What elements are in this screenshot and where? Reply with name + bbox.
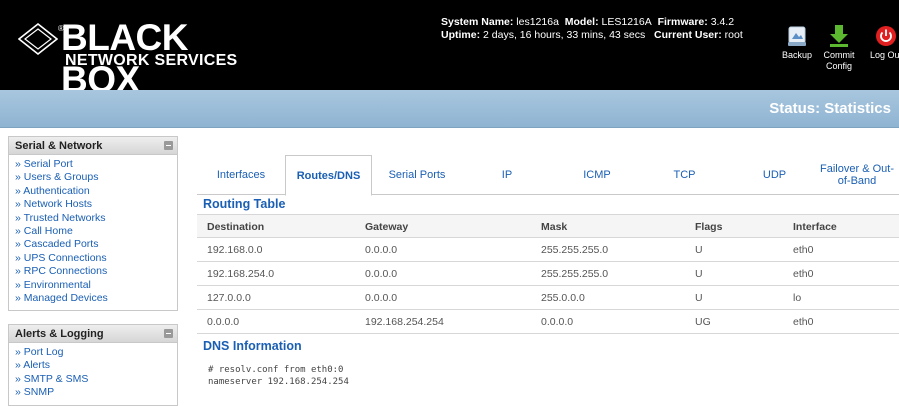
tab-interfaces[interactable]: Interfaces: [201, 155, 281, 195]
cell-destination: 127.0.0.0: [207, 292, 251, 304]
panel-title: Alerts & Logging: [15, 328, 104, 340]
sidebar-item-users-groups[interactable]: Users & Groups: [15, 171, 171, 184]
tab-tcp[interactable]: TCP: [662, 155, 707, 195]
column-header-mask: Mask: [541, 221, 568, 233]
cell-mask: 255.255.255.0: [541, 268, 609, 280]
tab-ip[interactable]: IP: [487, 155, 527, 195]
tab-routes-dns[interactable]: Routes/DNS: [285, 155, 372, 196]
sidebar-item-serial-port[interactable]: Serial Port: [15, 158, 171, 171]
cell-destination: 0.0.0.0: [207, 316, 240, 328]
table-row: 0.0.0.0 192.168.254.254 0.0.0.0 UG eth0: [197, 310, 899, 334]
sidebar-panel-serial-network: Serial & Network Serial Port Users & Gro…: [8, 136, 178, 312]
model-value: LES1216A: [601, 16, 652, 28]
sidebar-item-cascaded-ports[interactable]: Cascaded Ports: [15, 238, 171, 251]
cell-interface: eth0: [793, 268, 814, 280]
collapse-icon[interactable]: [164, 329, 173, 338]
sidebar-menu: Port Log Alerts SMTP & SMS SNMP: [9, 343, 177, 405]
logout-label: Log Out: [869, 50, 899, 60]
model-label: Model:: [564, 16, 599, 28]
logo-diamond-icon: [18, 23, 58, 55]
cell-gateway: 0.0.0.0: [365, 292, 398, 304]
sidebar-item-call-home[interactable]: Call Home: [15, 225, 171, 238]
tab-failover-out-of-band[interactable]: Failover & Out-of-Band: [815, 155, 899, 195]
column-header-flags: Flags: [695, 221, 723, 233]
dns-information-title: DNS Information: [203, 339, 302, 353]
table-header-row: Destination Gateway Mask Flags Interface: [197, 214, 899, 238]
dns-config-text: # resolv.conf from eth0:0 nameserver 192.…: [208, 364, 349, 388]
download-arrow-icon: [830, 25, 848, 47]
black-box-logo[interactable]: ® BLACK BOX NETWORK SERVICES: [18, 17, 258, 100]
sidebar-item-alerts[interactable]: Alerts: [15, 359, 171, 372]
routing-table: Destination Gateway Mask Flags Interface…: [197, 214, 899, 334]
cell-gateway: 0.0.0.0: [365, 268, 398, 280]
column-header-destination: Destination: [207, 221, 265, 233]
tab-udp[interactable]: UDP: [752, 155, 797, 195]
firmware-value: 3.4.2: [710, 16, 735, 28]
sidebar-item-port-log[interactable]: Port Log: [15, 346, 171, 359]
panel-title: Serial & Network: [15, 140, 103, 152]
dns-line: # resolv.conf from eth0:0: [208, 365, 344, 375]
cell-gateway: 192.168.254.254: [365, 316, 444, 328]
sidebar-panel-alerts-logging: Alerts & Logging Port Log Alerts SMTP & …: [8, 324, 178, 406]
uptime-label: Uptime:: [441, 29, 481, 41]
sidebar-item-network-hosts[interactable]: Network Hosts: [15, 198, 171, 211]
cell-destination: 192.168.254.0: [207, 268, 275, 280]
page-title: Status: Statistics: [769, 100, 891, 117]
dns-line: nameserver 192.168.254.254: [208, 377, 349, 387]
cell-gateway: 0.0.0.0: [365, 244, 398, 256]
commit-config-button[interactable]: Commit Config: [822, 24, 856, 72]
system-info: System Name: les1216a Model: LES1216A Fi…: [441, 16, 743, 42]
cell-flags: U: [695, 268, 703, 280]
current-user-label: Current User:: [654, 29, 722, 41]
system-name-label: System Name:: [441, 16, 514, 28]
backup-button[interactable]: Backup: [780, 24, 814, 61]
logo-subtitle: NETWORK SERVICES: [65, 52, 238, 69]
power-icon: [876, 26, 896, 46]
sidebar-item-managed-devices[interactable]: Managed Devices: [15, 292, 171, 305]
table-row: 127.0.0.0 0.0.0.0 255.0.0.0 U lo: [197, 286, 899, 310]
sidebar-item-environmental[interactable]: Environmental: [15, 279, 171, 292]
column-header-interface: Interface: [793, 221, 837, 233]
cell-mask: 255.0.0.0: [541, 292, 585, 304]
cell-interface: eth0: [793, 316, 814, 328]
cell-interface: lo: [793, 292, 802, 304]
current-user-value: root: [724, 29, 743, 41]
title-bar: Status: Statistics: [0, 90, 899, 128]
cell-flags: U: [695, 244, 703, 256]
commit-config-label: Commit Config: [823, 50, 855, 71]
column-header-gateway: Gateway: [365, 221, 409, 233]
sidebar-item-rpc-connections[interactable]: RPC Connections: [15, 265, 171, 278]
stats-tabs: Interfaces Routes/DNS Serial Ports IP IC…: [197, 155, 899, 196]
tab-serial-ports[interactable]: Serial Ports: [377, 155, 457, 195]
cell-interface: eth0: [793, 244, 814, 256]
table-row: 192.168.0.0 0.0.0.0 255.255.255.0 U eth0: [197, 238, 899, 262]
sidebar-item-snmp[interactable]: SNMP: [15, 386, 171, 399]
cell-mask: 0.0.0.0: [541, 316, 574, 328]
panel-header[interactable]: Serial & Network: [9, 137, 177, 155]
firmware-label: Firmware:: [657, 16, 708, 28]
sidebar-item-trusted-networks[interactable]: Trusted Networks: [15, 212, 171, 225]
cell-flags: U: [695, 292, 703, 304]
system-name-value: les1216a: [516, 16, 559, 28]
panel-header[interactable]: Alerts & Logging: [9, 325, 177, 343]
cell-flags: UG: [695, 316, 711, 328]
sidebar-menu: Serial Port Users & Groups Authenticatio…: [9, 155, 177, 310]
uptime-value: 2 days, 16 hours, 33 mins, 43 secs: [483, 29, 646, 41]
routing-table-title: Routing Table: [203, 197, 286, 211]
logout-button[interactable]: Log Out: [866, 24, 899, 61]
sidebar-item-smtp-sms[interactable]: SMTP & SMS: [15, 373, 171, 386]
app-header: ® BLACK BOX NETWORK SERVICES System Name…: [0, 0, 899, 100]
cell-destination: 192.168.0.0: [207, 244, 263, 256]
backup-icon: [788, 26, 806, 46]
tab-icmp[interactable]: ICMP: [572, 155, 622, 195]
sidebar-item-authentication[interactable]: Authentication: [15, 185, 171, 198]
collapse-icon[interactable]: [164, 141, 173, 150]
sidebar-item-ups-connections[interactable]: UPS Connections: [15, 252, 171, 265]
table-row: 192.168.254.0 0.0.0.0 255.255.255.0 U et…: [197, 262, 899, 286]
backup-label: Backup: [781, 50, 813, 60]
cell-mask: 255.255.255.0: [541, 244, 609, 256]
